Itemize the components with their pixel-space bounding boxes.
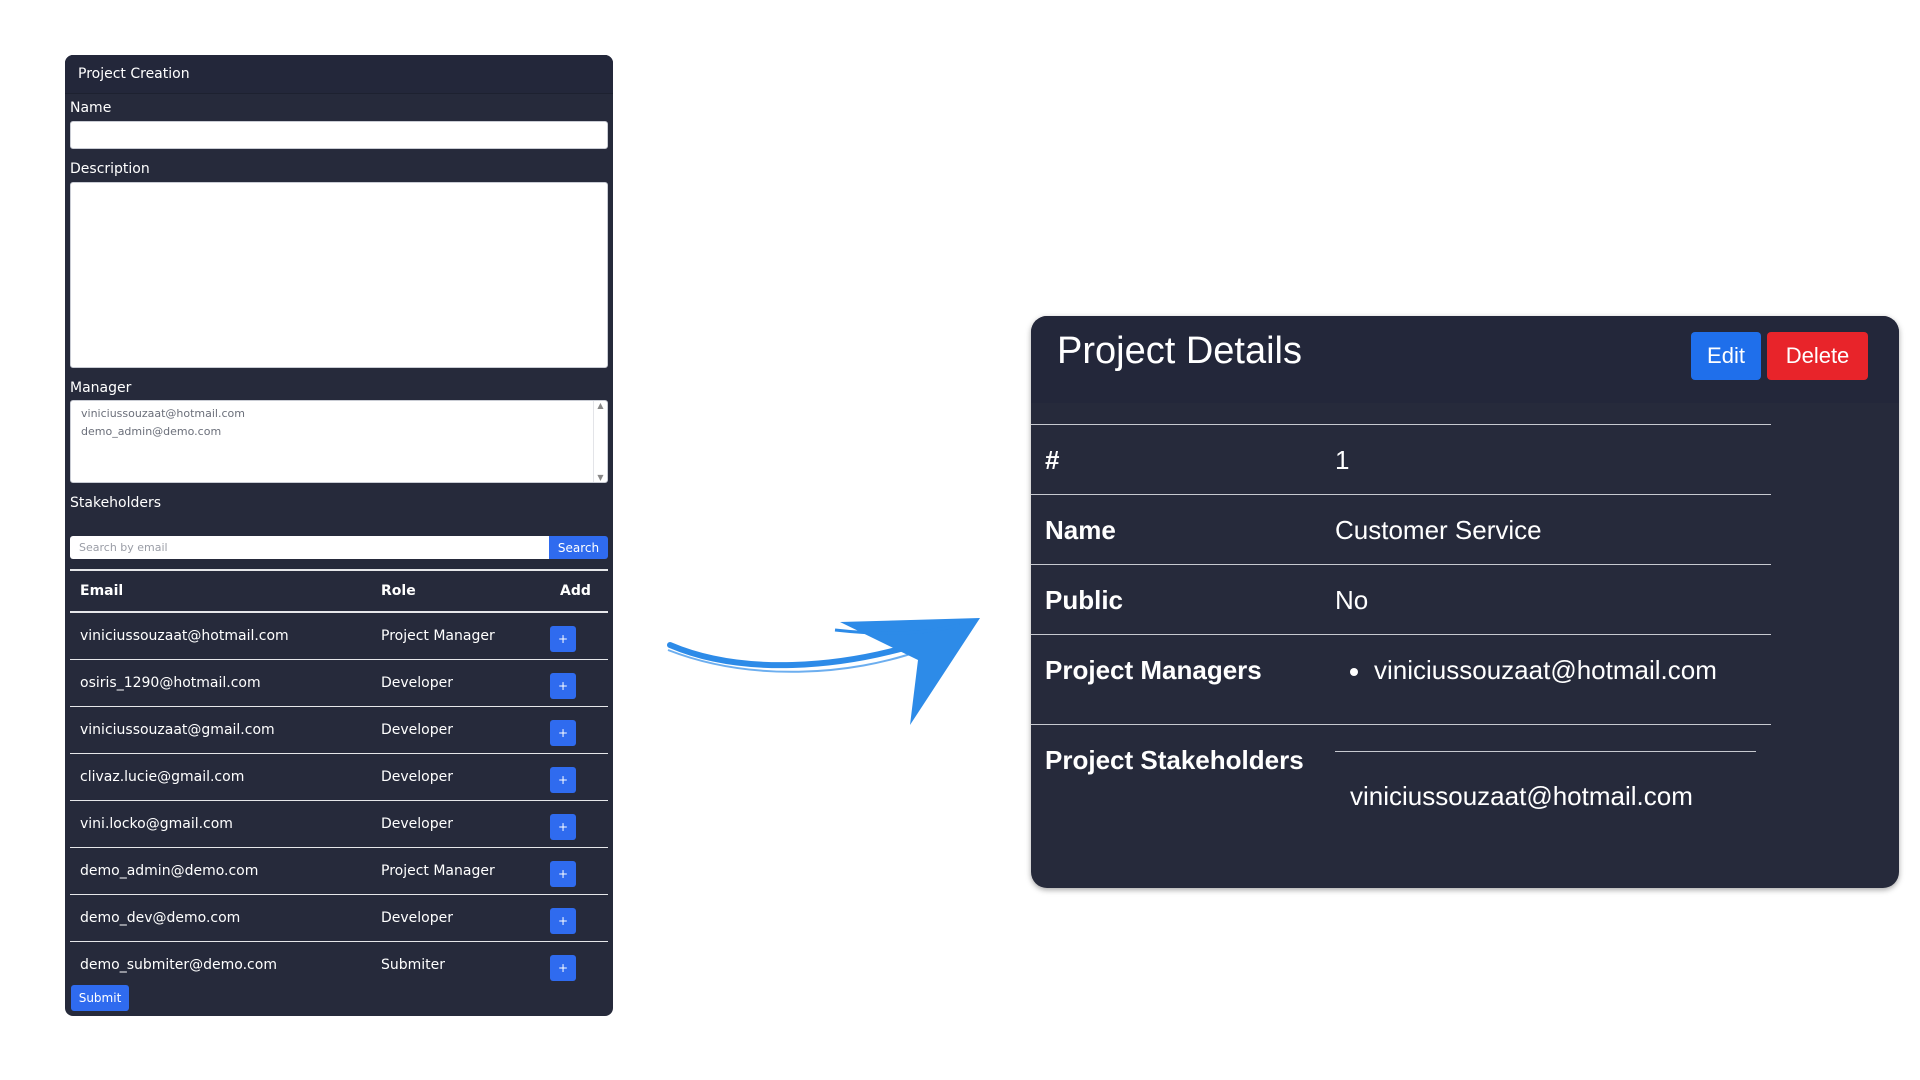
details-header: Project Details Edit Delete [1031,316,1899,403]
stakeholder-search-input[interactable]: Search by email [70,536,549,559]
name-input[interactable] [70,121,608,149]
public-value: No [1335,585,1369,615]
name-label: Name [70,100,112,116]
name-value: Customer Service [1335,515,1542,545]
name-label: Name [1045,515,1116,545]
managers-label: Project Managers [1045,655,1262,685]
details-title: Project Details [1057,330,1302,372]
manager-option[interactable]: viniciussouzaat@hotmail.com [81,405,597,423]
add-stakeholder-button[interactable]: + [550,955,576,981]
id-value: 1 [1335,445,1350,475]
row-email: demo_admin@demo.com [70,847,371,895]
detail-row-public: Public No [1031,564,1771,635]
search-button[interactable]: Search [549,536,608,559]
add-stakeholder-button[interactable]: + [550,673,576,699]
scroll-down-icon[interactable]: ▼ [597,473,603,482]
add-stakeholder-button[interactable]: + [550,908,576,934]
stakeholders-label: Project Stakeholders [1045,745,1304,775]
row-role: Developer [371,800,550,848]
row-role: Submiter [381,957,446,973]
row-role: Developer [371,753,550,801]
table-row: demo_dev@demo.com Developer + [70,894,608,942]
detail-row-managers: Project Managers viniciussouzaat@hotmail… [1031,634,1771,725]
manager-email: viniciussouzaat@hotmail.com [1374,655,1717,685]
table-header-row: Email Role Add [70,569,608,613]
row-email: vini.locko@gmail.com [70,800,371,848]
description-textarea[interactable] [70,182,608,368]
manager-option[interactable]: demo_admin@demo.com [81,423,597,441]
manager-label: Manager [70,380,132,396]
description-label: Description [70,161,150,177]
manager-list-item: viniciussouzaat@hotmail.com [1350,655,1717,686]
detail-row-stakeholders: Project Stakeholders viniciussouzaat@hot… [1031,724,1771,845]
row-email: viniciussouzaat@hotmail.com [70,612,371,660]
id-label: # [1045,445,1060,475]
row-email: demo_submiter@demo.com [80,957,277,973]
detail-row-id: # 1 [1031,424,1771,495]
scroll-up-icon[interactable]: ▲ [597,401,603,410]
add-stakeholder-button[interactable]: + [550,767,576,793]
row-role: Developer [371,706,550,754]
row-role: Developer [371,659,550,707]
table-row: osiris_1290@hotmail.com Developer + [70,659,608,707]
project-details-card: Project Details Edit Delete # 1 Name Cus… [1031,316,1899,888]
table-row: demo_submiter@demo.com Submiter + [70,942,608,989]
row-role: Developer [371,894,550,942]
flow-arrow-icon [667,618,980,725]
add-stakeholder-button[interactable]: + [550,814,576,840]
row-email: clivaz.lucie@gmail.com [70,753,371,801]
row-role: Project Manager [371,847,550,895]
column-role: Role [371,569,550,613]
column-add: Add [550,569,608,613]
manager-select[interactable]: viniciussouzaat@hotmail.com demo_admin@d… [70,400,608,483]
add-stakeholder-button[interactable]: + [550,861,576,887]
project-creation-form: Project Creation Name Description Manage… [65,55,613,1016]
manager-scrollbar[interactable]: ▲ ▼ [593,401,607,482]
column-email: Email [70,569,371,613]
add-stakeholder-button[interactable]: + [550,720,576,746]
stakeholders-divider [1335,751,1756,752]
table-row: demo_admin@demo.com Project Manager + [70,847,608,895]
row-email: viniciussouzaat@gmail.com [70,706,371,754]
table-row: viniciussouzaat@gmail.com Developer + [70,706,608,754]
table-row: clivaz.lucie@gmail.com Developer + [70,753,608,801]
add-stakeholder-button[interactable]: + [550,626,576,652]
public-label: Public [1045,585,1124,615]
delete-button[interactable]: Delete [1767,332,1868,380]
stakeholder-email: viniciussouzaat@hotmail.com [1350,781,1693,811]
row-role: Project Manager [371,612,550,660]
stakeholders-label: Stakeholders [70,495,162,511]
form-title: Project Creation [65,55,613,94]
table-row: vini.locko@gmail.com Developer + [70,800,608,848]
detail-row-name: Name Customer Service [1031,494,1771,565]
row-email: demo_dev@demo.com [70,894,371,942]
table-row: viniciussouzaat@hotmail.com Project Mana… [70,612,608,660]
stakeholder-table: Email Role Add viniciussouzaat@hotmail.c… [70,569,608,988]
bullet-icon [1350,668,1358,677]
submit-button[interactable]: Submit [71,985,129,1011]
edit-button[interactable]: Edit [1691,332,1761,380]
row-email: osiris_1290@hotmail.com [70,659,371,707]
